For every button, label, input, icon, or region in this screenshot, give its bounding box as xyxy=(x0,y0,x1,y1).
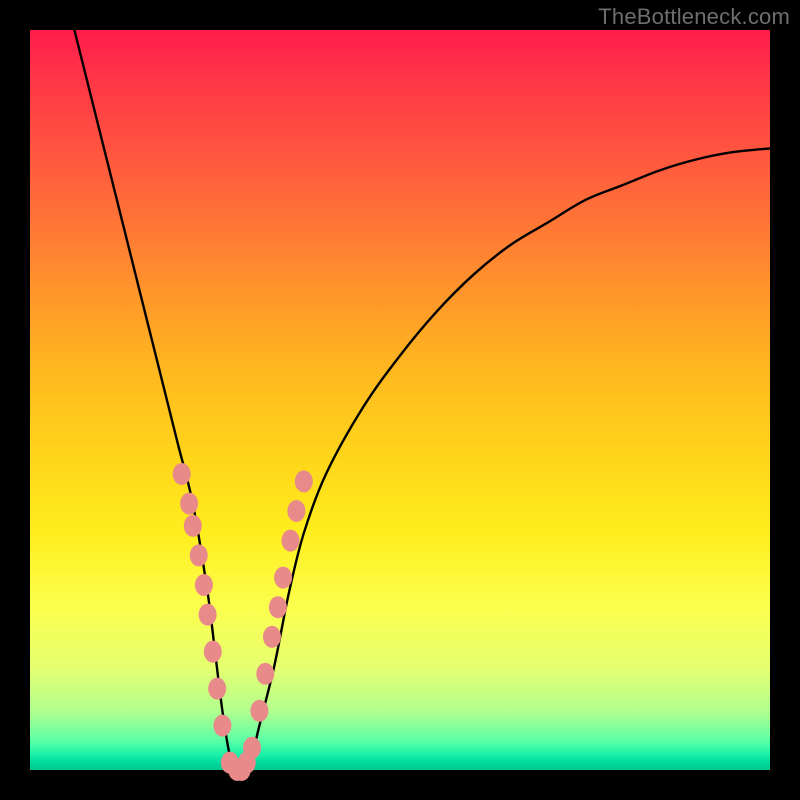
watermark-text: TheBottleneck.com xyxy=(598,4,790,30)
plot-area xyxy=(30,30,770,770)
data-marker xyxy=(208,678,226,700)
data-marker xyxy=(195,574,213,596)
marker-group xyxy=(173,463,313,781)
data-marker xyxy=(199,604,217,626)
chart-svg xyxy=(30,30,770,770)
data-marker xyxy=(256,663,274,685)
data-marker xyxy=(269,596,287,618)
data-marker xyxy=(243,737,261,759)
bottleneck-curve xyxy=(74,30,770,772)
data-marker xyxy=(295,470,313,492)
data-marker xyxy=(250,700,268,722)
data-marker xyxy=(281,530,299,552)
data-marker xyxy=(173,463,191,485)
data-marker xyxy=(287,500,305,522)
data-marker xyxy=(184,515,202,537)
data-marker xyxy=(274,567,292,589)
data-marker xyxy=(190,544,208,566)
data-marker xyxy=(204,641,222,663)
data-marker xyxy=(180,493,198,515)
data-marker xyxy=(213,715,231,737)
chart-stage: TheBottleneck.com xyxy=(0,0,800,800)
data-marker xyxy=(263,626,281,648)
